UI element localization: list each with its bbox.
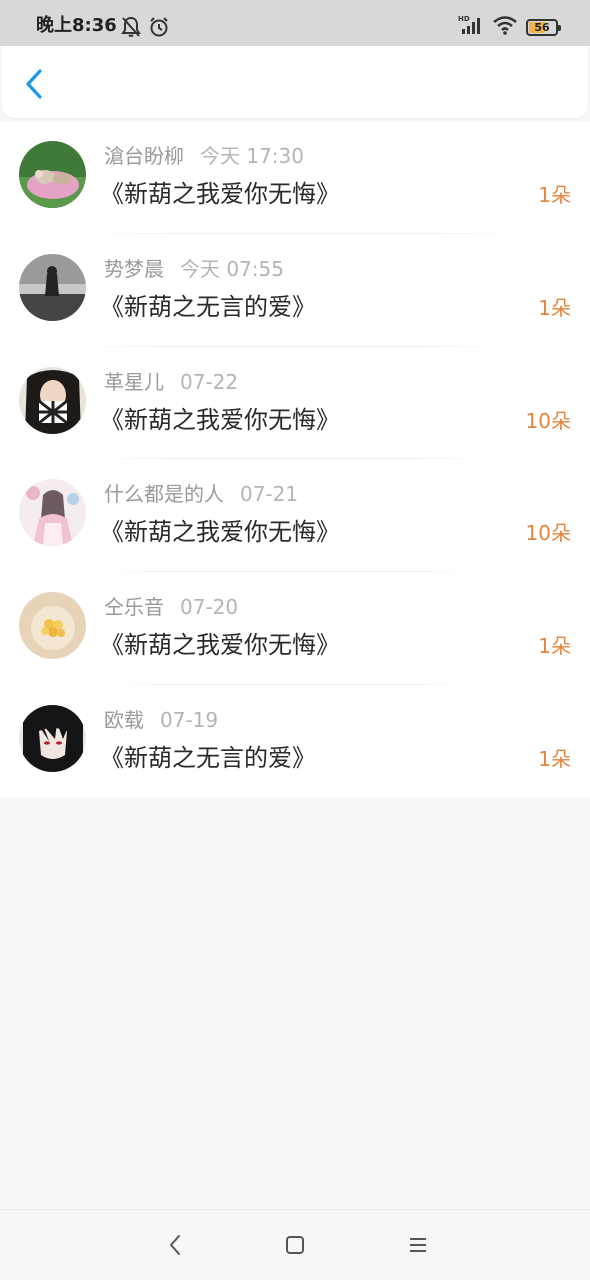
nav-menu-button[interactable] (403, 1230, 433, 1260)
gift-count: 1朵 (538, 295, 571, 320)
list-item[interactable]: 势梦晨 今天 07:55 《新葫之无言的爱》 1朵 (0, 234, 590, 347)
status-left-icons (120, 15, 170, 39)
status-bar: 晚上8:36 HD 56 (0, 0, 590, 46)
gift-title: 《新葫之无言的爱》 (100, 292, 316, 321)
gift-count: 10朵 (525, 521, 571, 546)
battery-icon: 56 (526, 18, 561, 36)
battery-cap (558, 24, 561, 31)
gift-count: 1朵 (538, 746, 571, 771)
sent-time: 今天 07:55 (180, 256, 284, 281)
sender-name: 什么都是的人 (104, 482, 224, 507)
nav-home-button[interactable] (280, 1230, 310, 1260)
gift-title: 《新葫之我爱你无悔》 (100, 180, 340, 208)
svg-text:HD: HD (458, 15, 470, 23)
sender-name-line: 什么都是的人 07-21 (104, 481, 298, 507)
back-button[interactable] (18, 66, 50, 102)
sender-name-line: 欧载 07-19 (104, 707, 218, 733)
sent-time: 07-21 (240, 482, 299, 507)
header-bar (2, 46, 588, 118)
avatar[interactable] (19, 479, 86, 547)
status-time: 晚上8:36 (36, 15, 117, 36)
gift-title: 《新葫之无言的爱》 (100, 743, 316, 772)
avatar[interactable] (19, 253, 86, 321)
battery-level: 56 (534, 20, 550, 34)
sender-name: 欧载 (104, 707, 144, 732)
wifi-icon (492, 14, 518, 40)
sender-name: 滄台盼柳 (104, 144, 184, 168)
app-root: 晚上8:36 HD 56 滄台盼柳 今天 17:30 《新葫之我爱你无悔》 1朵… (0, 0, 590, 1280)
sender-name-line: 仝乐音 07-20 (104, 594, 238, 620)
avatar[interactable] (19, 366, 86, 434)
gift-title: 《新葫之我爱你无悔》 (100, 405, 340, 434)
home-nav-icon (286, 1236, 304, 1254)
sender-name-line: 革星儿 07-22 (104, 369, 238, 395)
list-item[interactable]: 欧载 07-19 《新葫之无言的爱》 1朵 (0, 685, 590, 798)
gift-list: 滄台盼柳 今天 17:30 《新葫之我爱你无悔》 1朵 势梦晨 今天 07:55 《… (0, 121, 590, 798)
list-item[interactable]: 滄台盼柳 今天 17:30 《新葫之我爱你无悔》 1朵 (0, 121, 590, 234)
bell-off-icon (120, 15, 142, 39)
sender-name: 革星儿 (104, 369, 164, 394)
list-item[interactable]: 革星儿 07-22 《新葫之我爱你无悔》 10朵 (0, 347, 590, 460)
hd-signal-icon: HD (458, 14, 484, 40)
sent-time: 07-19 (160, 707, 219, 732)
gift-count: 1朵 (538, 183, 571, 207)
gift-count: 1朵 (538, 634, 571, 659)
sender-name: 势梦晨 (104, 256, 164, 281)
sent-time: 07-22 (180, 369, 239, 394)
avatar[interactable] (19, 704, 86, 772)
gift-count: 10朵 (525, 408, 571, 433)
sent-time: 07-20 (180, 595, 239, 620)
navigation-bar (0, 1209, 590, 1280)
avatar[interactable] (19, 592, 86, 660)
nav-back-button[interactable] (160, 1230, 190, 1260)
sender-name-line: 势梦晨 今天 07:55 (104, 256, 284, 282)
menu-nav-icon (410, 1238, 426, 1252)
sender-name-line: 滄台盼柳 今天 17:30 (104, 143, 304, 169)
chevron-left-icon (26, 69, 42, 99)
gift-title: 《新葫之我爱你无悔》 (100, 518, 340, 547)
gift-title: 《新葫之我爱你无悔》 (100, 631, 340, 660)
back-nav-icon (170, 1235, 180, 1255)
sender-name: 仝乐音 (104, 595, 164, 620)
list-item[interactable]: 什么都是的人 07-21 《新葫之我爱你无悔》 10朵 (0, 459, 590, 573)
sent-time: 今天 17:30 (200, 144, 304, 168)
avatar[interactable] (19, 141, 86, 208)
list-item[interactable]: 仝乐音 07-20 《新葫之我爱你无悔》 1朵 (0, 572, 590, 685)
status-right-icons: HD 56 (458, 14, 561, 40)
alarm-icon (148, 15, 170, 39)
